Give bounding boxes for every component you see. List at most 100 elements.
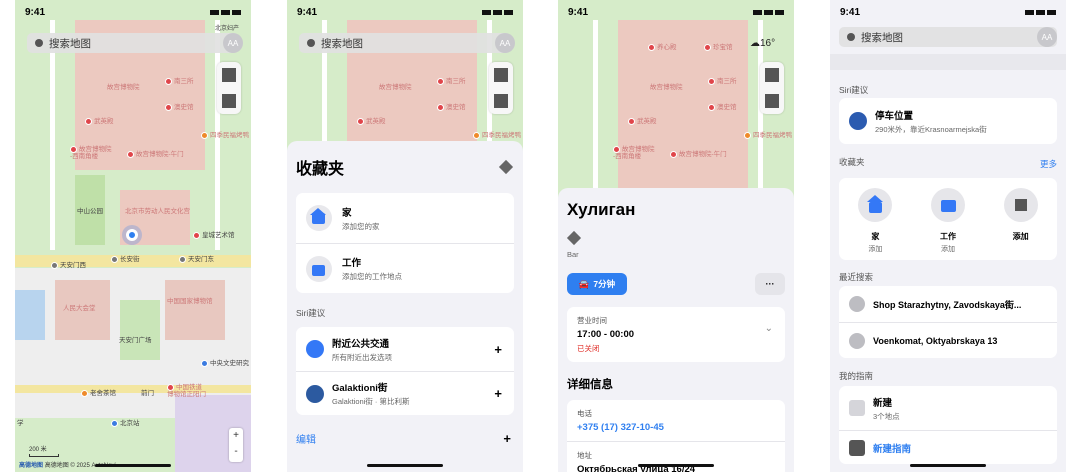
place-name: Хулиган [567,200,636,219]
add-button[interactable]: + [494,386,502,401]
map-label-siji[interactable]: 四季民福烤鸭 [744,132,792,139]
map-label-daxue[interactable]: 学 [17,420,24,427]
search-bar[interactable]: 搜索地图 AA [27,33,243,53]
favorite-item-work[interactable]: 工作 添加您的工作地点 [296,243,514,293]
map-label-zhenbao[interactable]: 珍宝馆 [704,44,733,51]
map-canvas[interactable]: 养心殿 珍宝馆 故宫博物院 南三所 澳史馆 武英殿 四季民福烤鸭 故宫博物院 -… [558,0,794,200]
map-label-palace-sw[interactable]: 故宫博物院 -西南角楼 [70,146,112,161]
search-bar[interactable]: 搜索地图 AA [839,27,1057,47]
bar-category-icon [566,230,582,246]
map-label-laodong[interactable]: 北京市劳动人民文化宫 [125,208,190,215]
map-label-beijing-top[interactable]: 北京妇产 [215,26,239,33]
more-button[interactable]: ··· [755,273,785,295]
siri-item-subtitle: 所有附近出发选项 [332,352,392,362]
map-label-changan[interactable]: 长安街 [111,256,140,263]
poi-pin-icon [70,146,77,153]
map-label-zhongyang[interactable]: 中央文史研究 [201,360,249,367]
search-placeholder: 搜索地图 [861,31,903,44]
map-scale: 200 米 [29,444,59,457]
chevron-down-icon[interactable]: ⌄ [765,323,773,334]
new-guide-button[interactable]: 新建指南 [873,441,911,455]
map-label-railway[interactable]: 中国铁道 博物馆正阳门 [167,384,206,399]
signal-icon [1025,9,1034,15]
map-label-square[interactable]: 天安门广场 [119,337,152,344]
wifi-icon [221,9,230,15]
map-label-museum[interactable]: 中国国家博物馆 [167,298,213,305]
map-label-palace-wumen[interactable]: 故宫博物院-午门 [670,151,727,158]
locate-icon[interactable] [494,94,508,108]
map-label-wuyingdian[interactable]: 武英殿 [357,118,386,125]
map-label-qianmen[interactable]: 前门 [141,390,154,397]
phone-link[interactable]: +375 (17) 327-10-45 [577,422,775,433]
poi-pin-icon [704,44,711,51]
map-label-palace-wumen[interactable]: 故宫博物院-午门 [127,151,184,158]
map-label-xiantang[interactable]: 澳史馆 [708,104,737,111]
map-label-zhongshan[interactable]: 中山公园 [77,208,103,215]
map-canvas[interactable]: 故宫博物院 南三所 澳史馆 武英殿 四季民福烤鸭 故宫博物院 -西南角楼 故宫博… [15,0,251,472]
map-label-palace[interactable]: 故宫博物院 [650,84,683,91]
map-label-laoshe[interactable]: 老舍茶馆 [81,390,116,397]
more-link[interactable]: 更多 [1040,158,1057,170]
search-placeholder: 搜索地图 [49,37,91,50]
map-label-dahuitang[interactable]: 人民大会堂 [63,305,96,312]
map-label-siji[interactable]: 四季民福烤鸭 [201,132,249,139]
map-label-xiantang[interactable]: 澳史馆 [165,104,194,111]
map-label-nansansuo[interactable]: 南三所 [437,78,466,85]
map-label-palace[interactable]: 故宫博物院 [107,84,140,91]
avatar[interactable]: AA [223,33,243,53]
map-label-yangxin[interactable]: 养心殿 [648,44,677,51]
map-label-palace[interactable]: 故宫博物院 [379,84,412,91]
map-mode-icon[interactable] [765,68,779,82]
status-time: 9:41 [25,6,46,18]
map-label-nansansuo[interactable]: 南三所 [708,78,737,85]
map-label-beijingzhan[interactable]: 北京站 [111,420,140,427]
map-label-nansansuo[interactable]: 南三所 [165,78,194,85]
map-label-tiananmen-e[interactable]: 天安门东 [179,256,214,263]
recent-item[interactable]: Voenkomat, Oktyabrskaya 13 [839,322,1057,358]
status-time: 9:41 [840,6,861,18]
avatar[interactable]: AA [495,33,515,53]
add-favorite-button[interactable]: + [503,431,511,446]
edit-row: 编辑 + [296,431,511,446]
guide-item[interactable]: 新建 3个地点 [839,386,1057,430]
status-bar: 9:41 [15,0,251,24]
map-label-wuyingdian[interactable]: 武英殿 [85,118,114,125]
zoom-in-button[interactable]: + [229,428,243,444]
favorite-add[interactable]: 添加 [996,188,1046,242]
siri-suggestions-header: Siri建议 [839,85,869,95]
avatar[interactable]: AA [1037,27,1057,47]
map-label-siji[interactable]: 四季民福烤鸭 [473,132,521,139]
battery-icon [504,9,513,15]
status-time: 9:41 [568,6,589,18]
status-icons [210,9,241,15]
poi-pin-icon [201,360,208,367]
favorite-home[interactable]: 家 添加 [850,188,900,254]
search-bar[interactable]: 搜索地图 AA [299,33,515,53]
locate-icon[interactable] [765,94,779,108]
new-guide-row[interactable]: 新建指南 [839,430,1057,464]
siri-item-transit[interactable]: 附近公共交通 所有附近出发选项 + [296,327,514,371]
map-label-xiantang[interactable]: 澳史馆 [437,104,466,111]
siri-item-subtitle: Galaktioni街 · 第比利斯 [332,397,410,406]
map-label-huangcheng[interactable]: 皇城艺术馆 [193,232,235,239]
map-mode-icon[interactable] [494,68,508,82]
status-bar: 9:41 [287,0,523,24]
options-icon[interactable] [498,159,514,175]
directions-button[interactable]: 🚘 7分钟 [567,273,627,295]
edit-button[interactable]: 编辑 [296,431,316,446]
map-mode-icon[interactable] [222,68,236,82]
map-label-wuyingdian[interactable]: 武英殿 [628,118,657,125]
favorite-work[interactable]: 工作 添加 [923,188,973,254]
locate-icon[interactable] [222,94,236,108]
hours-card[interactable]: 营业时间 17:00 - 00:00 已关闭 ⌄ [567,307,785,362]
favorite-item-home[interactable]: 家 添加您的家 [296,193,514,243]
map-label-palace-sw[interactable]: 故宫博物院 -西南角楼 [613,146,655,161]
recent-item[interactable]: Shop Starazhytny, Zavodskaya街... [839,286,1057,322]
map-controls [489,62,513,114]
map-label-tiananmen-w[interactable]: 天安门西 [51,262,86,269]
add-button[interactable]: + [494,342,502,357]
parking-card[interactable]: 停车位置 290米外，靠近Krasnoarmejska街 [839,98,1057,144]
siri-item-galaktioni[interactable]: Galaktioni街 Galaktioni街 · 第比利斯 + [296,371,514,415]
map-canvas[interactable]: 故宫博物院 南三所 澳史馆 武英殿 四季民福烤鸭 [287,0,523,160]
zoom-out-button[interactable]: - [229,444,243,460]
